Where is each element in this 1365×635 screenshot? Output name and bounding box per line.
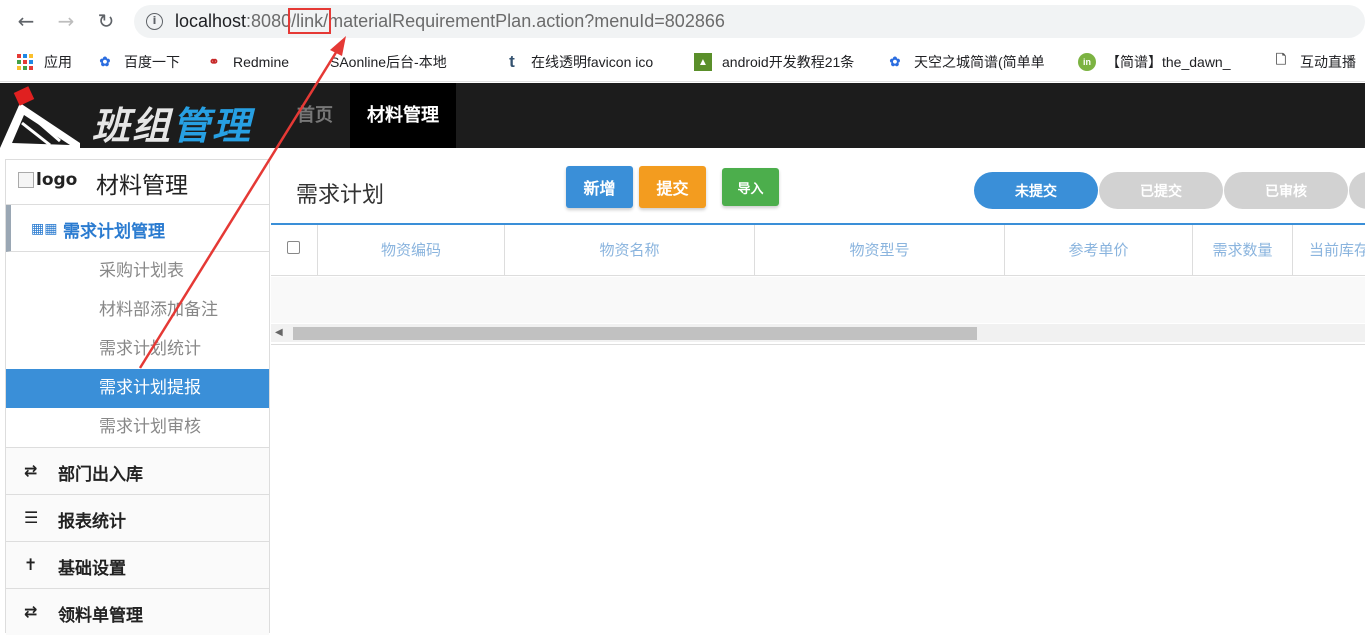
- tab-more[interactable]: [1349, 172, 1365, 209]
- sidebar-item-plan-submit[interactable]: 需求计划提报: [6, 369, 269, 408]
- horizontal-scrollbar[interactable]: ◀: [271, 324, 1365, 342]
- green-leaf-icon: in: [1078, 53, 1096, 71]
- sidebar: logo 材料管理 ▦▦ 需求计划管理 采购计划表 材料部添加备注 需求计划统计…: [5, 159, 270, 635]
- sidebar-title: 材料管理: [96, 173, 188, 199]
- brand-part-1: 班组: [92, 104, 173, 148]
- nav-material-management[interactable]: 材料管理: [350, 83, 456, 148]
- reload-icon[interactable]: ↻: [94, 9, 118, 33]
- url-path: materialRequirementPlan.action?menuId=80…: [328, 11, 725, 31]
- forward-arrow-icon[interactable]: →: [54, 9, 78, 33]
- sidebar-group-requirement-plan[interactable]: ▦▦ 需求计划管理: [6, 205, 269, 252]
- bookmark-item[interactable]: SAonline后台-本地: [322, 52, 487, 72]
- tab-unsubmitted[interactable]: 未提交: [974, 172, 1098, 209]
- sidebar-header: logo 材料管理: [6, 160, 269, 205]
- scrollbar-thumb[interactable]: [293, 327, 977, 340]
- logo-alt-text: logo: [36, 170, 78, 190]
- bookmark-label: SAonline后台-本地: [330, 54, 447, 70]
- sidebar-group-label: 需求计划管理: [63, 222, 165, 242]
- sidebar-item-purchase-plan[interactable]: 采购计划表: [6, 252, 269, 291]
- bookmark-label: 应用: [44, 54, 72, 70]
- baidu-paw-icon: ✿: [889, 54, 901, 69]
- baidu-paw-icon: ✿: [99, 54, 111, 69]
- bookmark-label: 【简谱】the_dawn_: [1106, 54, 1231, 70]
- bookmark-item[interactable]: in 【简谱】the_dawn_: [1078, 52, 1250, 72]
- url-host: localhost: [175, 11, 247, 31]
- bookmark-label: Redmine: [233, 54, 290, 70]
- list-icon: ☰: [24, 508, 39, 527]
- import-button[interactable]: 导入: [722, 168, 779, 206]
- bookmark-label: 百度一下: [124, 54, 180, 70]
- bookmark-label: android开发教程21条: [722, 54, 855, 70]
- bookmark-item[interactable]: 🗋 互动直播: [1272, 52, 1365, 72]
- add-button[interactable]: 新增: [566, 166, 633, 208]
- info-icon[interactable]: i: [146, 13, 163, 30]
- section-label: 领料单管理: [58, 606, 143, 626]
- app-header: 班组管理 首页 材料管理: [0, 83, 1365, 148]
- section-label: 部门出入库: [58, 465, 143, 485]
- page-title: 需求计划: [296, 183, 385, 208]
- person-icon: ✝: [24, 555, 38, 574]
- team-logo-icon: [0, 86, 80, 148]
- url-port: :8080: [246, 11, 292, 31]
- bookmark-item[interactable]: ✿ 天空之城简谱(简单单: [886, 52, 1056, 72]
- sidebar-section-dept-inout[interactable]: ⇄ 部门出入库: [6, 447, 269, 494]
- submit-button[interactable]: 提交: [639, 166, 706, 208]
- sidebar-section-reports[interactable]: ☰ 报表统计: [6, 494, 269, 541]
- column-header[interactable]: 需求数量: [1193, 225, 1293, 276]
- section-label: 报表统计: [58, 512, 126, 532]
- bookmark-item[interactable]: 应用: [16, 52, 86, 72]
- bookmark-item[interactable]: ▲ android开发教程21条: [694, 52, 864, 72]
- sidebar-item-plan-stats[interactable]: 需求计划统计: [6, 330, 269, 369]
- grid-header: 物资编码 物资名称 物资型号 参考单价 需求数量 当前库存: [271, 225, 1365, 276]
- sidebar-item-add-remark[interactable]: 材料部添加备注: [6, 291, 269, 330]
- image-icon: ▲: [694, 53, 712, 71]
- tab-submitted[interactable]: 已提交: [1099, 172, 1223, 209]
- top-nav: 首页 材料管理: [280, 83, 456, 148]
- transfer-icon: ⇄: [24, 461, 38, 480]
- address-bar[interactable]: i localhost:8080/link/materialRequiremen…: [134, 5, 1365, 38]
- grid-icon: ▦▦: [31, 221, 58, 237]
- brand-title: 班组管理: [92, 95, 252, 150]
- apps-grid-icon: [16, 53, 34, 71]
- section-label: 基础设置: [58, 559, 126, 579]
- tab-reviewed[interactable]: 已审核: [1224, 172, 1348, 209]
- column-header[interactable]: 参考单价: [1005, 225, 1193, 276]
- sidebar-logo: logo: [18, 170, 77, 190]
- bookmark-item[interactable]: ⚭ Redmine: [205, 52, 310, 72]
- transfer-icon: ⇄: [24, 602, 38, 621]
- sidebar-section-picking-list[interactable]: ⇄ 领料单管理: [6, 588, 269, 635]
- column-header[interactable]: 物资编码: [318, 225, 505, 276]
- browser-toolbar: ← → ↻ i localhost:8080/link/materialRequ…: [0, 0, 1365, 42]
- page-icon: 🗋: [1275, 52, 1287, 67]
- column-header[interactable]: 物资名称: [505, 225, 755, 276]
- back-arrow-icon[interactable]: ←: [14, 9, 38, 33]
- bookmark-item[interactable]: t 在线透明favicon ico: [503, 52, 673, 72]
- bookmark-label: 在线透明favicon ico: [531, 54, 654, 70]
- sidebar-section-settings[interactable]: ✝ 基础设置: [6, 541, 269, 588]
- page-icon: [322, 53, 330, 71]
- data-grid: 物资编码 物资名称 物资型号 参考单价 需求数量 当前库存 ◀: [271, 223, 1365, 345]
- bookmark-item[interactable]: ✿ 百度一下: [96, 52, 196, 72]
- bookmarks-bar: 应用 ✿ 百度一下 ⚭ Redmine SAonline后台-本地 t 在线透明…: [0, 42, 1365, 82]
- bookmark-label: 互动直播: [1300, 54, 1356, 70]
- url-text[interactable]: localhost:8080/link/materialRequirementP…: [175, 8, 725, 34]
- redmine-icon: ⚭: [208, 54, 220, 69]
- bookmark-label: 天空之城简谱(简单单: [914, 54, 1045, 70]
- grid-body-empty: [271, 277, 1365, 323]
- broken-image-icon: [18, 172, 34, 188]
- select-all-checkbox[interactable]: [271, 225, 318, 276]
- url-highlighted-segment: /link/: [288, 8, 332, 34]
- sidebar-item-plan-review[interactable]: 需求计划审核: [6, 408, 269, 447]
- column-header[interactable]: 当前库存: [1293, 225, 1365, 276]
- tumblr-icon: t: [509, 52, 515, 71]
- brand-part-2: 管理: [172, 104, 253, 148]
- scroll-left-arrow-icon[interactable]: ◀: [275, 327, 283, 338]
- column-header[interactable]: 物资型号: [755, 225, 1005, 276]
- nav-home[interactable]: 首页: [280, 83, 350, 148]
